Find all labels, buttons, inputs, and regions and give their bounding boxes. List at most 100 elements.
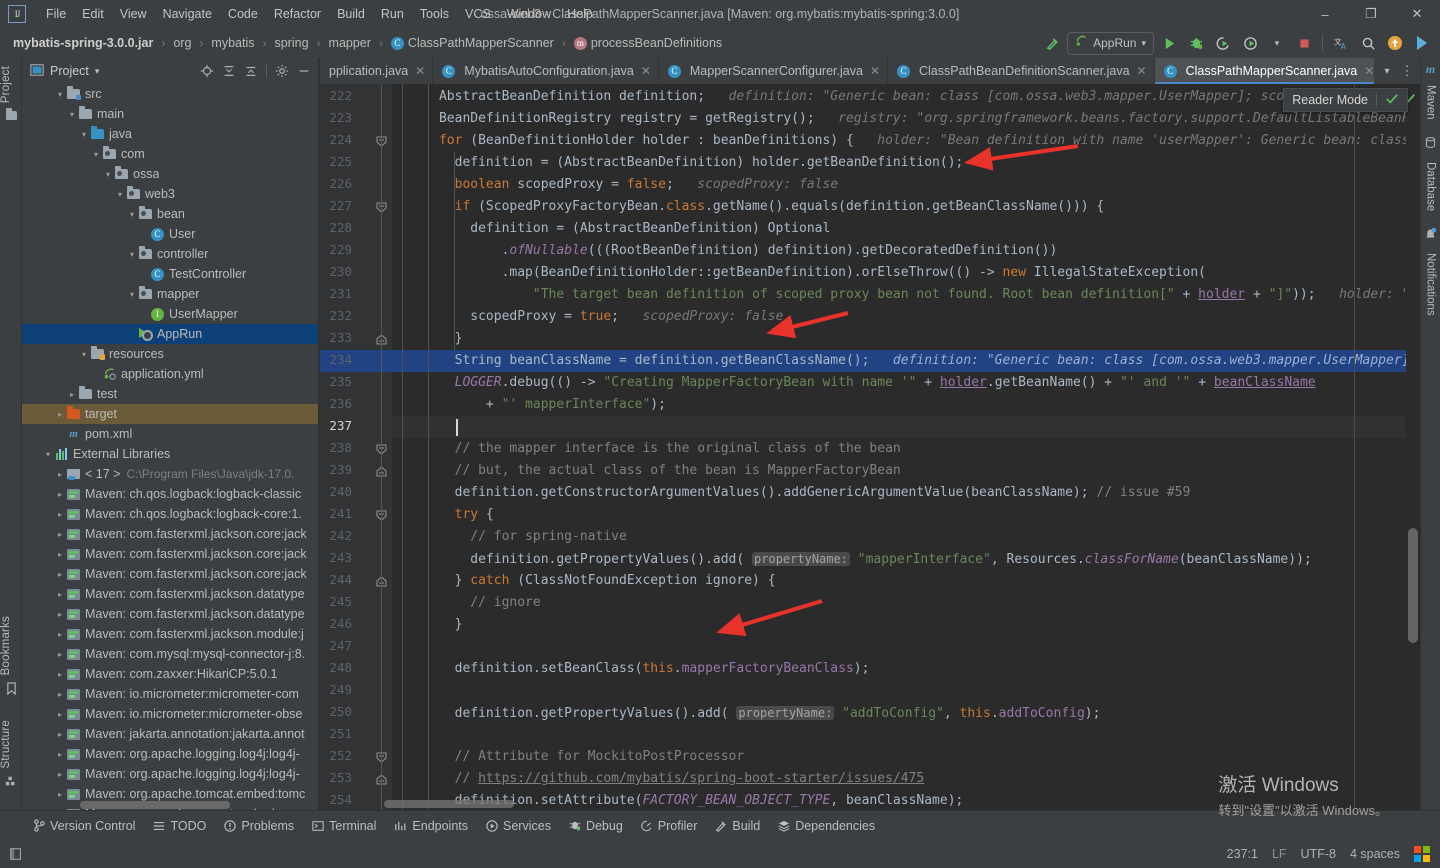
chevron-right-icon[interactable]: ▸ [54, 570, 66, 579]
windows-flag-icon[interactable] [1414, 846, 1430, 862]
chevron-down-icon[interactable]: ▾ [54, 90, 66, 99]
tree-node-pom-xml[interactable]: m pom.xml [22, 424, 318, 444]
menu-help[interactable]: Help [559, 4, 601, 24]
breadcrumb-item-mybatis[interactable]: mybatis [208, 34, 257, 52]
chevron-right-icon[interactable]: ▸ [54, 610, 66, 619]
locate-icon[interactable] [197, 61, 217, 81]
menu-view[interactable]: View [112, 4, 155, 24]
tree-node-maven--com-fasterxml-jackson-module-j[interactable]: ▸ Maven: com.fasterxml.jackson.module:j [22, 624, 318, 644]
tool-window-endpoints[interactable]: Endpoints [387, 816, 475, 836]
chevron-right-icon[interactable]: ▸ [54, 630, 66, 639]
file-encoding[interactable]: UTF-8 [1301, 847, 1336, 861]
ai-assistant-icon[interactable] [1410, 31, 1434, 55]
search-icon[interactable] [1356, 31, 1380, 55]
editor-tab-classpathmapperscanner-java[interactable]: C ClassPathMapperScanner.java ✕ [1154, 58, 1383, 84]
chevron-right-icon[interactable]: ▸ [54, 730, 66, 739]
chevron-down-icon[interactable]: ▾ [78, 350, 90, 359]
editor-tab-mybatisautoconfiguration-java[interactable]: C MybatisAutoConfiguration.java ✕ [433, 58, 659, 84]
menu-vcs[interactable]: VCS [457, 4, 499, 24]
chevron-right-icon[interactable]: ▸ [54, 770, 66, 779]
breadcrumb-item-org[interactable]: org [170, 34, 194, 52]
breadcrumb-item-classpathmapperscanner[interactable]: C ClassPathMapperScanner [388, 34, 557, 52]
chevron-right-icon[interactable]: ▸ [54, 410, 66, 419]
updates-icon[interactable] [1383, 31, 1407, 55]
stripe-tab-database[interactable]: Database [1425, 162, 1437, 211]
settings-gear-icon[interactable] [272, 61, 292, 81]
run-button[interactable] [1157, 31, 1181, 55]
tool-window-debug[interactable]: Debug [562, 816, 630, 836]
tree-node-java[interactable]: ▾ java [22, 124, 318, 144]
minimize-button[interactable]: – [1302, 0, 1348, 28]
run-configuration-selector[interactable]: AppRun ▾ [1067, 31, 1154, 55]
chevron-down-icon[interactable]: ▾ [126, 210, 138, 219]
indent-setting[interactable]: 4 spaces [1350, 847, 1400, 861]
more-options-icon[interactable]: ⋮ [1397, 61, 1417, 81]
tree-node-resources[interactable]: ▾ resources [22, 344, 318, 364]
chevron-right-icon[interactable]: ▸ [66, 390, 78, 399]
menu-file[interactable]: File [38, 4, 74, 24]
chevron-down-icon[interactable]: ▾ [66, 110, 78, 119]
code-content[interactable]: AbstractBeanDefinition definition; defin… [392, 84, 1406, 810]
menu-run[interactable]: Run [373, 4, 412, 24]
debug-button[interactable] [1184, 31, 1208, 55]
chevron-down-icon[interactable]: ▾ [1265, 31, 1289, 55]
chevron-right-icon[interactable]: ▸ [54, 690, 66, 699]
tree-node-maven--com-fasterxml-jackson-core-jack[interactable]: ▸ Maven: com.fasterxml.jackson.core:jack [22, 544, 318, 564]
tree-node-maven--com-mysql-mysql-connector-j-8-[interactable]: ▸ Maven: com.mysql:mysql-connector-j:8. [22, 644, 318, 664]
chevron-right-icon[interactable]: ▸ [54, 490, 66, 499]
database-stripe-icon[interactable] [1424, 136, 1437, 154]
chevron-down-icon[interactable]: ▾ [102, 170, 114, 179]
tool-window-version-control[interactable]: Version Control [26, 816, 142, 836]
tree-node-usermapper[interactable]: I UserMapper [22, 304, 318, 324]
tree-node-ossa[interactable]: ▾ ossa [22, 164, 318, 184]
tree-node-maven--ch-qos-logback-logback-classic[interactable]: ▸ Maven: ch.qos.logback:logback-classic [22, 484, 318, 504]
tree-node-controller[interactable]: ▾ controller [22, 244, 318, 264]
tree-node-mapper[interactable]: ▾ mapper [22, 284, 318, 304]
tree-node-maven--org-apache-logging-log4j-log4j-[interactable]: ▸ Maven: org.apache.logging.log4j:log4j- [22, 764, 318, 784]
collapse-all-icon[interactable] [241, 61, 261, 81]
build-project-button[interactable] [1040, 31, 1064, 55]
tool-window-profiler[interactable]: Profiler [634, 816, 705, 836]
hide-panel-icon[interactable] [294, 61, 314, 81]
chevron-right-icon[interactable]: ▸ [54, 670, 66, 679]
project-tree[interactable]: ▾ src ▾ main ▾ java ▾ com ▾ ossa ▾ web3 ▾ bean C User ▾ c… [22, 84, 318, 810]
editor-tab-pplication-java[interactable]: pplication.java ✕ [320, 58, 434, 84]
tree-node-user[interactable]: C User [22, 224, 318, 244]
maximize-button[interactable]: ❐ [1348, 0, 1394, 28]
chevron-down-icon[interactable]: ▾ [126, 250, 138, 259]
tree-node-target[interactable]: ▸ target [22, 404, 318, 424]
stripe-tab-structure[interactable]: Structure [0, 714, 22, 774]
menu-edit[interactable]: Edit [74, 4, 112, 24]
stripe-project-tab[interactable]: Project [0, 60, 22, 109]
menu-refactor[interactable]: Refactor [266, 4, 329, 24]
menu-code[interactable]: Code [220, 4, 266, 24]
close-tab-icon[interactable]: ✕ [1137, 64, 1147, 78]
menu-tools[interactable]: Tools [412, 4, 457, 24]
notifications-stripe-icon[interactable] [1424, 227, 1437, 245]
profiler-button[interactable] [1238, 31, 1262, 55]
stripe-tab-bookmarks[interactable]: Bookmarks [0, 610, 22, 681]
tree-node-com[interactable]: ▾ com [22, 144, 318, 164]
tree-node-maven--org-apache-logging-log4j-log4j-[interactable]: ▸ Maven: org.apache.logging.log4j:log4j- [22, 744, 318, 764]
editor-tab-classpathbeandefinitionscanner-java[interactable]: C ClassPathBeanDefinitionScanner.java ✕ [888, 58, 1155, 84]
close-tab-icon[interactable]: ✕ [641, 64, 651, 78]
chevron-right-icon[interactable]: ▸ [54, 510, 66, 519]
tree-node-maven--jakarta-annotation-jakarta-annot[interactable]: ▸ Maven: jakarta.annotation:jakarta.annot [22, 724, 318, 744]
close-tab-icon[interactable]: ✕ [1364, 64, 1374, 78]
project-horizontal-scrollbar[interactable] [80, 801, 230, 809]
bookmarks-icon[interactable] [6, 681, 17, 700]
run-with-coverage-button[interactable] [1211, 31, 1235, 55]
tree-node-external-libraries[interactable]: ▾ External Libraries [22, 444, 318, 464]
tree-node-maven--com-fasterxml-jackson-core-jack[interactable]: ▸ Maven: com.fasterxml.jackson.core:jack [22, 564, 318, 584]
editor-horizontal-scrollbar[interactable] [384, 800, 514, 808]
tree-node-testcontroller[interactable]: C TestController [22, 264, 318, 284]
menu-window[interactable]: Window [499, 4, 559, 24]
reader-mode-popup[interactable]: Reader Mode [1283, 88, 1408, 112]
chevron-right-icon[interactable]: ▸ [54, 710, 66, 719]
chevron-right-icon[interactable]: ▸ [54, 530, 66, 539]
breadcrumb-item-spring[interactable]: spring [271, 34, 311, 52]
reader-mode-check-icon[interactable] [1385, 93, 1399, 108]
tree-node-maven--com-fasterxml-jackson-datatype[interactable]: ▸ Maven: com.fasterxml.jackson.datatype [22, 584, 318, 604]
tool-window-problems[interactable]: Problems [217, 816, 301, 836]
layout-icon[interactable] [6, 844, 26, 864]
